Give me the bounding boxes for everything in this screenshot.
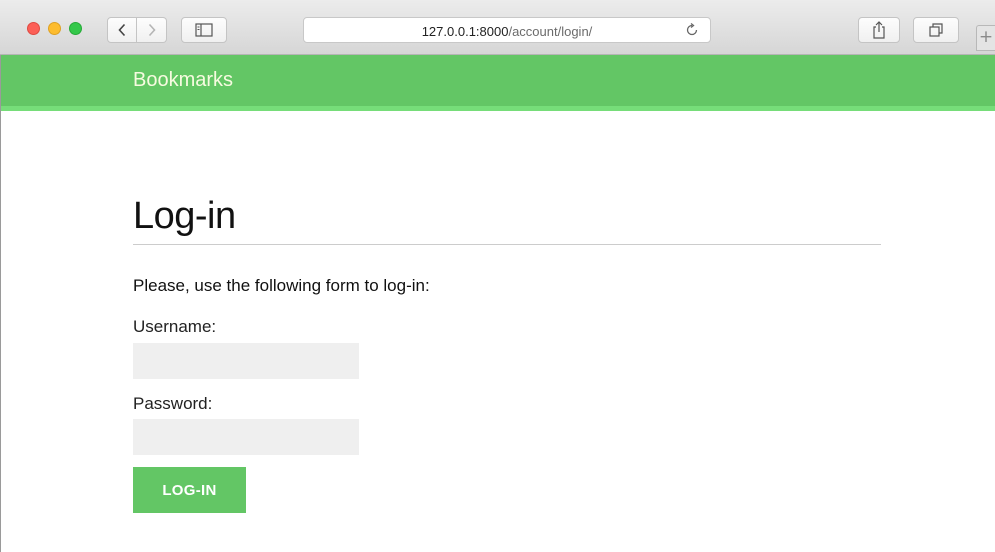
tab-overview-button[interactable] [913, 17, 959, 43]
forward-button[interactable] [137, 17, 167, 43]
address-bar[interactable]: 127.0.0.1:8000/account/login/ [303, 17, 711, 43]
page-title: Log-in [133, 195, 236, 237]
username-label: Username: [133, 317, 217, 336]
password-field[interactable] [133, 419, 359, 455]
login-button[interactable]: Log-in [133, 467, 246, 513]
new-tab-button[interactable]: + [976, 25, 995, 51]
password-label: Password: [133, 394, 213, 413]
address-bar-url: 127.0.0.1:8000/account/login/ [304, 24, 710, 39]
site-header: Bookmarks [0, 55, 995, 111]
browser-toolbar: 127.0.0.1:8000/account/login/ + [0, 0, 995, 55]
window-close-button[interactable] [27, 22, 40, 35]
intro-text: Please, use the following form to log-in… [133, 276, 430, 295]
reload-icon[interactable] [684, 22, 700, 38]
sidebar-icon [195, 23, 213, 37]
tabs-icon [929, 23, 943, 37]
share-icon [873, 21, 885, 39]
window-minimize-button[interactable] [48, 22, 61, 35]
username-field[interactable] [133, 343, 359, 379]
window-maximize-button[interactable] [69, 22, 82, 35]
back-button[interactable] [107, 17, 137, 43]
title-divider [133, 244, 881, 245]
site-logo[interactable]: Bookmarks [133, 69, 233, 92]
share-button[interactable] [858, 17, 900, 43]
chevron-left-icon [118, 23, 126, 37]
url-path: /account/login/ [508, 24, 593, 39]
window-left-border [0, 55, 1, 552]
url-host: 127.0.0.1:8000 [421, 24, 509, 39]
sidebar-toggle-button[interactable] [181, 17, 227, 43]
chevron-right-icon [148, 23, 156, 37]
